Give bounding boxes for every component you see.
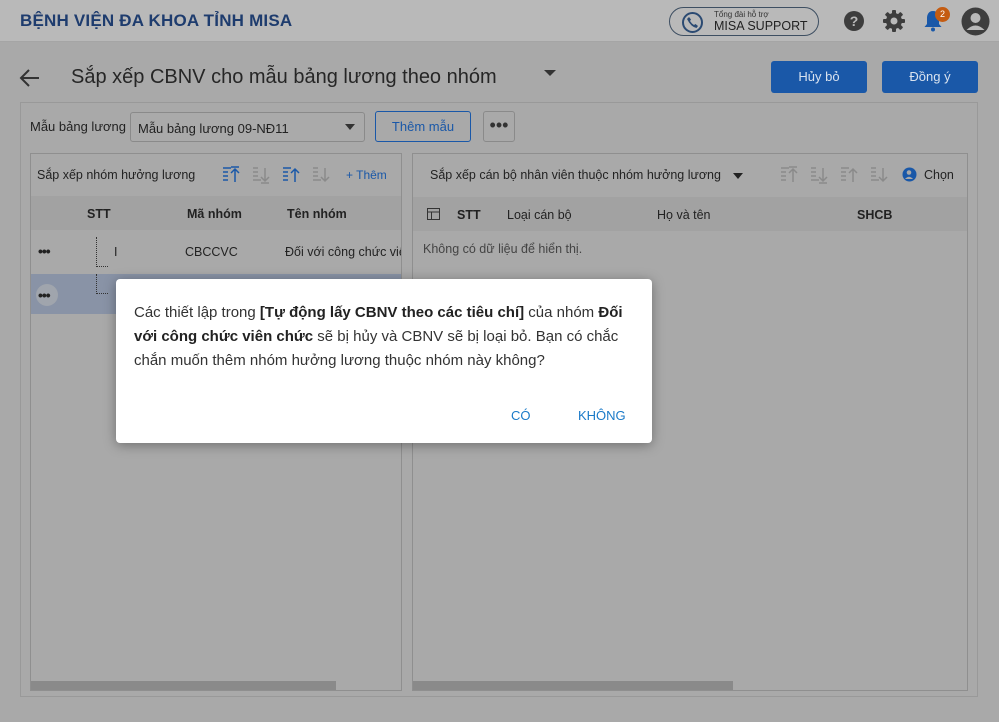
move-bottom-icon <box>253 167 270 184</box>
tree-connector <box>96 274 108 294</box>
add-template-button[interactable]: Thêm mẫu <box>375 111 471 142</box>
move-top-icon[interactable] <box>222 166 240 184</box>
chevron-down-icon[interactable] <box>544 70 556 76</box>
confirm-dialog: Các thiết lập trong [Tự động lấy CBNV th… <box>116 279 652 443</box>
dialog-message-part: của nhóm <box>524 304 599 321</box>
tree-connector <box>96 237 108 267</box>
choose-button[interactable]: Chọn <box>924 168 954 182</box>
dialog-message-part: Các thiết lập trong <box>134 304 260 321</box>
template-select[interactable]: Mẫu bảng lương 09-NĐ11 <box>130 112 365 142</box>
horizontal-scrollbar[interactable] <box>413 681 733 690</box>
cancel-button[interactable]: Hủy bỏ <box>771 61 867 93</box>
user-add-icon <box>902 167 917 182</box>
col-stt: STT <box>87 207 111 221</box>
move-top-icon <box>781 166 798 182</box>
move-down-icon <box>871 167 888 183</box>
hospital-name: BỆNH VIỆN ĐA KHOA TỈNH MISA <box>20 11 293 30</box>
column-settings-icon[interactable] <box>427 208 440 220</box>
move-bottom-icon <box>811 167 828 184</box>
more-options-button[interactable]: ••• <box>483 111 515 142</box>
template-selected-value: Mẫu bảng lương 09-NĐ11 <box>138 121 289 136</box>
help-icon[interactable]: ? <box>842 9 866 33</box>
col-group-code: Mã nhóm <box>187 207 242 221</box>
move-up-icon <box>841 167 858 182</box>
col-staff-type: Loại cán bộ <box>507 208 572 222</box>
more-icon: ••• <box>38 287 51 303</box>
gear-icon[interactable] <box>882 9 906 33</box>
group-table-header: STT Mã nhóm Tên nhóm <box>31 196 401 230</box>
confirm-button[interactable]: Đồng ý <box>882 61 978 93</box>
yes-button[interactable]: CÓ <box>511 408 531 423</box>
chevron-down-icon <box>345 124 355 130</box>
notification-badge: 2 <box>935 7 950 22</box>
row-group-code: CBCCVC <box>185 245 238 259</box>
no-button[interactable]: KHÔNG <box>578 408 626 423</box>
staff-panel-title: Sắp xếp cán bộ nhân viên thuộc nhóm hưởn… <box>430 168 721 182</box>
dialog-message-bold: [Tự động lấy CBNV theo các tiêu chí] <box>259 304 525 321</box>
row-menu-button[interactable]: ••• <box>38 243 51 259</box>
support-label: MISA SUPPORT <box>714 19 808 33</box>
chevron-down-icon[interactable] <box>733 173 743 179</box>
phone-icon <box>682 12 703 33</box>
top-bar: BỆNH VIỆN ĐA KHOA TỈNH MISA Tổng đài hỗ … <box>0 0 999 42</box>
support-caption: Tổng đài hỗ trợ <box>714 10 769 19</box>
avatar[interactable] <box>961 7 990 36</box>
group-panel-title: Sắp xếp nhóm hưởng lương <box>37 168 196 182</box>
staff-table-header: STT Loại cán bộ Họ và tên SHCB <box>413 197 967 231</box>
row-stt: I <box>114 245 118 259</box>
svg-text:?: ? <box>850 13 859 29</box>
col-full-name: Họ và tên <box>657 208 711 222</box>
horizontal-scrollbar[interactable] <box>31 681 336 690</box>
template-label: Mẫu bảng lương <box>30 119 127 134</box>
page-title: Sắp xếp CBNV cho mẫu bảng lương theo nhó… <box>71 66 497 88</box>
move-down-icon <box>313 167 330 183</box>
row-group-name: Đối với công chức viên chức <box>285 245 401 259</box>
col-group-name: Tên nhóm <box>287 207 347 221</box>
add-group-button[interactable]: + Thêm <box>346 168 387 182</box>
table-row[interactable]: ••• I CBCCVC Đối với công chức viên chức <box>31 232 401 272</box>
col-stt: STT <box>457 208 481 222</box>
col-shcb: SHCB <box>857 208 893 222</box>
back-arrow-icon[interactable] <box>18 67 42 89</box>
move-up-icon[interactable] <box>282 166 300 184</box>
dialog-message: Các thiết lập trong [Tự động lấy CBNV th… <box>134 301 640 373</box>
misa-support-button[interactable]: Tổng đài hỗ trợ MISA SUPPORT <box>669 7 819 36</box>
empty-message: Không có dữ liệu để hiển thị. <box>423 242 583 256</box>
